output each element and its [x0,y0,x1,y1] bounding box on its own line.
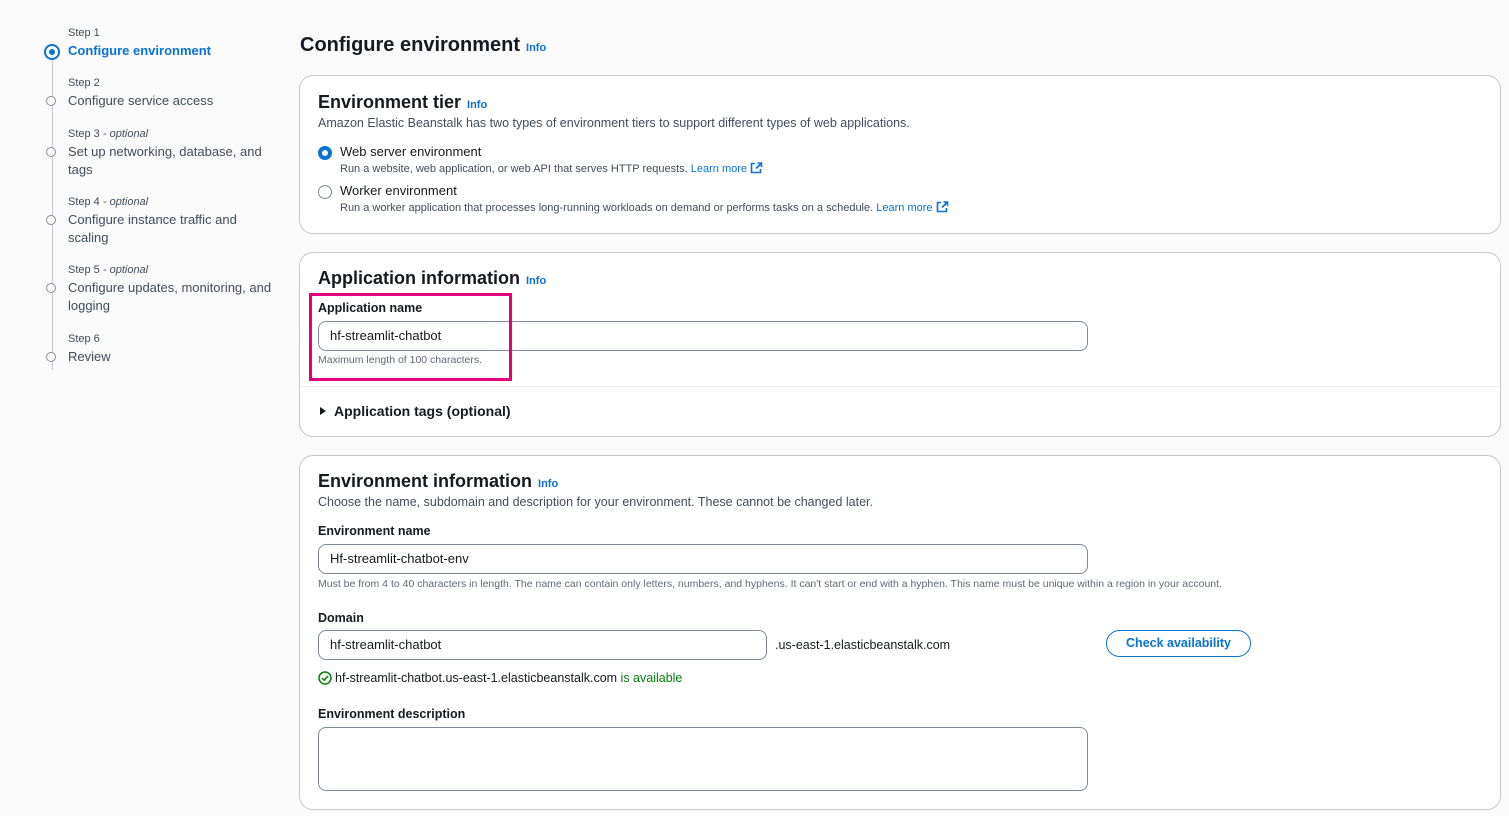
info-link[interactable]: Info [467,99,487,111]
option-description-text: Run a website, web application, or web A… [340,163,688,175]
environment-description-textarea[interactable] [318,727,1088,791]
availability-status-text: is available [620,671,683,685]
divider [300,386,1500,387]
domain-input[interactable]: hf-streamlit-chatbot [318,630,767,660]
check-availability-button[interactable]: Check availability [1106,630,1251,657]
web-server-description: Run a website, web application, or web A… [340,162,763,175]
learn-more-link[interactable]: Learn more [691,163,747,175]
card-description: Choose the name, subdomain and descripti… [318,495,873,509]
step-4[interactable]: Step 4 - optional Configure instance tra… [40,195,280,263]
environment-tier-card: Environment tier Info Amazon Elastic Bean… [299,75,1501,234]
environment-information-card: Environment information Info Choose the n… [299,455,1501,810]
environment-name-input[interactable]: Hf-streamlit-chatbot-env [318,544,1088,574]
step-label[interactable]: Set up networking, database, and tags [68,143,268,179]
step-circle-icon [46,283,56,293]
info-link[interactable]: Info [526,42,546,54]
info-link[interactable]: Info [526,275,546,287]
check-circle-icon [318,671,332,685]
info-link[interactable]: Info [538,478,558,490]
environment-description-label: Environment description [318,707,466,721]
environment-name-hint: Must be from 4 to 40 characters in lengt… [318,578,1222,590]
web-server-radio[interactable] [318,146,332,160]
external-link-icon [936,201,948,213]
learn-more-link[interactable]: Learn more [876,202,932,214]
step-6[interactable]: Step 6 Review [40,332,280,372]
application-tags-toggle[interactable]: Application tags (optional) [318,403,511,419]
web-server-label[interactable]: Web server environment [340,144,481,159]
step-label[interactable]: Configure instance traffic and scaling [68,211,248,247]
caret-right-icon [320,407,326,415]
application-tags-label: Application tags (optional) [334,403,511,419]
step-3[interactable]: Step 3 - optional Set up networking, dat… [40,127,280,195]
page-title: Configure environment Info [300,34,546,57]
step-number: Step 3 - optional [68,128,149,140]
domain-suffix: .us-east-1.elasticbeanstalk.com [775,638,951,652]
application-information-card: Application information Info Application … [299,252,1501,437]
worker-label[interactable]: Worker environment [340,183,457,198]
step-circle-icon [46,96,56,106]
card-title: Application information Info [318,268,546,289]
card-title-text: Environment tier [318,92,462,112]
card-title: Environment tier Info [318,92,487,113]
availability-status: hf-streamlit-chatbot.us-east-1.elasticbe… [318,671,682,685]
worker-radio[interactable] [318,185,332,199]
card-title-text: Application information [318,268,520,288]
worker-description: Run a worker application that processes … [340,201,949,214]
step-number: Step 4 - optional [68,196,149,208]
step-number: Step 6 [68,333,100,345]
application-name-hint: Maximum length of 100 characters. [318,354,482,366]
step-label[interactable]: Configure updates, monitoring, and loggi… [68,279,278,315]
environment-name-label: Environment name [318,524,431,538]
step-5[interactable]: Step 5 - optional Configure updates, mon… [40,263,280,332]
wizard-steps-nav: Step 1 Configure environment Step 2 Conf… [40,26,280,372]
step-circle-icon [46,352,56,362]
step-number: Step 5 - optional [68,264,149,276]
step-1[interactable]: Step 1 Configure environment [40,26,280,76]
step-number: Step 1 [68,27,100,39]
step-label[interactable]: Review [68,348,280,366]
card-description: Amazon Elastic Beanstalk has two types o… [318,116,910,130]
step-circle-icon [46,147,56,157]
application-name-label: Application name [318,301,423,315]
step-active-indicator-icon [44,44,60,60]
step-circle-icon [46,215,56,225]
application-name-input[interactable]: hf-streamlit-chatbot [318,321,1088,351]
step-number: Step 2 [68,77,100,89]
availability-domain: hf-streamlit-chatbot.us-east-1.elasticbe… [335,671,618,685]
step-label[interactable]: Configure environment [68,42,280,60]
step-2[interactable]: Step 2 Configure service access [40,76,280,127]
page-title-text: Configure environment [300,34,521,56]
external-link-icon [750,162,763,174]
option-description-text: Run a worker application that processes … [340,202,874,214]
card-title: Environment information Info [318,471,558,492]
card-title-text: Environment information [318,471,533,491]
domain-label: Domain [318,611,364,625]
step-label[interactable]: Configure service access [68,92,280,110]
